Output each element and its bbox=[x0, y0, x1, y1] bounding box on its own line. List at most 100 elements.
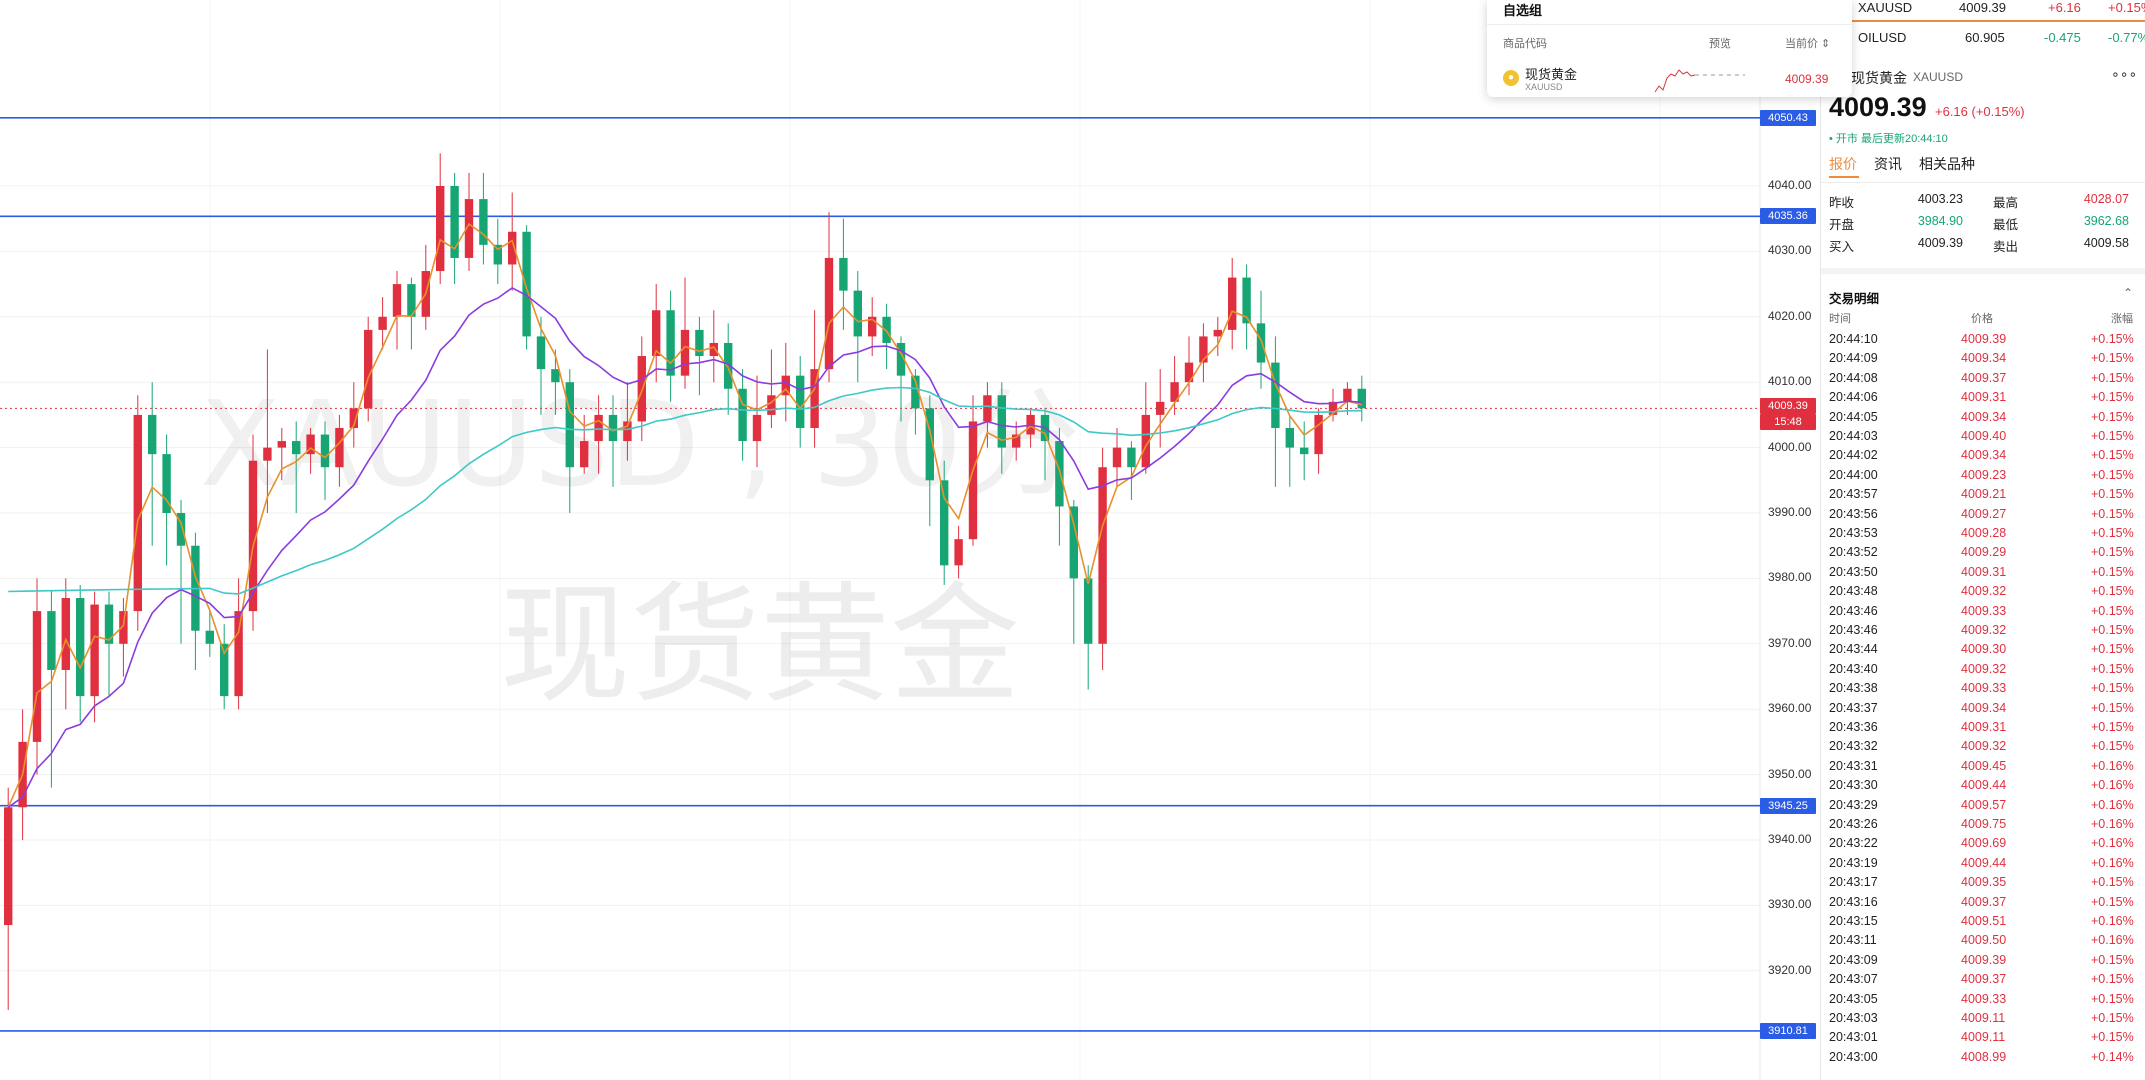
tab-quote[interactable]: 报价 bbox=[1829, 154, 1857, 174]
trade-price: 4009.39 bbox=[1961, 332, 2007, 346]
trade-time: 20:43:19 bbox=[1829, 855, 1878, 870]
trade-time: 20:43:52 bbox=[1829, 545, 1878, 560]
trade-row: 20:43:53 4009.28 +0.15% bbox=[1829, 526, 2139, 545]
panel-code: XAUUSD bbox=[1913, 70, 1964, 84]
trade-time: 20:44:00 bbox=[1829, 467, 1878, 482]
candle-body bbox=[536, 336, 546, 370]
candle-body bbox=[652, 310, 661, 357]
candle-body bbox=[983, 395, 992, 422]
trade-row: 20:43:46 4009.32 +0.15% bbox=[1829, 623, 2139, 642]
trade-row: 20:43:48 4009.32 +0.15% bbox=[1829, 584, 2139, 603]
trade-time: 20:44:03 bbox=[1829, 429, 1878, 443]
trade-time: 20:43:26 bbox=[1829, 817, 1878, 831]
trade-change: +0.15% bbox=[2091, 429, 2134, 443]
trade-time: 20:43:16 bbox=[1829, 894, 1878, 909]
candlestick-chart[interactable]: XAUUSD , 30分现货黄金 bbox=[0, 0, 1820, 1080]
trade-change: +0.15% bbox=[2091, 952, 2134, 967]
trade-change: +0.15% bbox=[2091, 700, 2134, 715]
candle-body bbox=[1228, 277, 1237, 330]
ticker-row-xauusd[interactable]: XAUUSD 4009.39 +6.16 +0.15% bbox=[1852, 0, 2145, 22]
trade-change: +0.15% bbox=[2091, 487, 2134, 502]
candle-body bbox=[1314, 414, 1323, 455]
trade-change: +0.15% bbox=[2091, 1011, 2134, 1025]
trade-row: 20:43:29 4009.57 +0.16% bbox=[1829, 798, 2139, 817]
trade-change: +0.16% bbox=[2091, 836, 2134, 851]
trade-price: 4009.23 bbox=[1961, 467, 2007, 482]
candle-body bbox=[882, 316, 891, 343]
candle-body bbox=[796, 375, 805, 428]
ticker-row-oilusd[interactable]: OILUSD 60.905 -0.475 -0.77% bbox=[1852, 30, 2145, 52]
trade-time: 20:43:44 bbox=[1829, 642, 1878, 657]
candle-body bbox=[4, 807, 13, 926]
trade-price: 4009.39 bbox=[1961, 952, 2007, 967]
current-price-tag: 4009.39 bbox=[1760, 398, 1816, 415]
tab-related[interactable]: 相关品种 bbox=[1919, 154, 1975, 174]
trade-change: +0.15% bbox=[2091, 681, 2134, 696]
trade-row: 20:44:05 4009.34 +0.15% bbox=[1829, 410, 2139, 429]
chart-area[interactable]: XAUUSD , 30分 现货黄金 4050.43 4035.36 3945.25 39… bbox=[0, 0, 1820, 1080]
trade-change: +0.16% bbox=[2091, 758, 2134, 773]
trade-change: +0.15% bbox=[2091, 545, 2134, 560]
active-underline bbox=[1852, 20, 2145, 22]
trade-change: +0.15% bbox=[2091, 526, 2134, 540]
more-icon[interactable]: ∘∘∘ bbox=[2111, 66, 2137, 83]
trade-row: 20:43:11 4009.50 +0.16% bbox=[1829, 933, 2139, 952]
trade-row: 20:43:30 4009.44 +0.16% bbox=[1829, 778, 2139, 797]
trade-time: 20:43:48 bbox=[1829, 584, 1878, 599]
trade-row: 20:43:52 4009.29 +0.15% bbox=[1829, 545, 2139, 564]
stat-value: 4028.07 bbox=[2083, 192, 2129, 206]
trade-price: 4009.27 bbox=[1961, 506, 2007, 521]
hline-price-label[interactable]: 3910.81 bbox=[1760, 1022, 1816, 1039]
trade-time: 20:43:53 bbox=[1829, 526, 1878, 540]
trade-time: 20:43:32 bbox=[1829, 739, 1878, 754]
trade-price: 4009.29 bbox=[1961, 545, 2007, 560]
candle-body bbox=[47, 611, 56, 670]
trade-change: +0.16% bbox=[2091, 933, 2134, 948]
candle-body bbox=[1069, 506, 1078, 579]
candle-body bbox=[1055, 441, 1064, 507]
trade-time: 20:43:07 bbox=[1829, 972, 1878, 987]
candle-body bbox=[1127, 447, 1136, 468]
candle-body bbox=[205, 630, 214, 644]
y-axis-tick: 3950.00 bbox=[1768, 766, 1812, 781]
trade-change: +0.14% bbox=[2091, 1049, 2134, 1064]
trade-row: 20:43:26 4009.75 +0.16% bbox=[1829, 817, 2139, 836]
candle-body bbox=[1300, 447, 1309, 455]
trade-change: +0.15% bbox=[2091, 991, 2134, 1006]
trade-change: +0.15% bbox=[2091, 506, 2134, 521]
gold-icon: ● bbox=[1503, 70, 1519, 86]
trade-price: 4009.50 bbox=[1961, 933, 2007, 948]
candle-body bbox=[1343, 388, 1352, 402]
candle-body bbox=[1084, 578, 1093, 644]
candle-body bbox=[436, 186, 445, 272]
trade-change: +0.16% bbox=[2091, 797, 2134, 812]
trade-change: +0.15% bbox=[2091, 720, 2134, 734]
panel-name: 现货黄金 bbox=[1851, 70, 1907, 86]
trade-row: 20:43:38 4009.33 +0.15% bbox=[1829, 681, 2139, 700]
stat-label: 买入 bbox=[1829, 240, 1855, 254]
trade-change: +0.15% bbox=[2091, 564, 2134, 579]
trade-price: 4009.44 bbox=[1961, 855, 2007, 870]
trade-price: 4009.69 bbox=[1961, 836, 2007, 851]
tab-news[interactable]: 资讯 bbox=[1874, 154, 1902, 174]
trade-row: 20:43:22 4009.69 +0.16% bbox=[1829, 836, 2139, 855]
trade-time: 20:43:36 bbox=[1829, 720, 1878, 734]
watchlist-row-xauusd[interactable]: ● 现货黄金 XAUUSD 4009.39 bbox=[1487, 58, 1852, 96]
stat-label: 开盘 bbox=[1829, 218, 1855, 232]
trade-row: 20:43:50 4009.31 +0.15% bbox=[1829, 565, 2139, 584]
trade-price: 4009.44 bbox=[1961, 778, 2007, 793]
hline-price-label[interactable]: 3945.25 bbox=[1760, 797, 1816, 814]
hline-price-label[interactable]: 4050.43 bbox=[1760, 109, 1816, 126]
trades-col-time: 时间 bbox=[1829, 313, 1851, 325]
trade-change: +0.15% bbox=[2091, 351, 2134, 366]
candle-body bbox=[1357, 388, 1366, 409]
watchlist-col-price[interactable]: 当前价 ⇕ bbox=[1785, 35, 1830, 51]
trade-change: +0.15% bbox=[2091, 972, 2134, 987]
hline-price-label[interactable]: 4035.36 bbox=[1760, 208, 1816, 225]
trade-time: 20:43:22 bbox=[1829, 836, 1878, 851]
collapse-icon[interactable]: ⌃ bbox=[2123, 286, 2133, 300]
trade-change: +0.15% bbox=[2091, 623, 2134, 637]
trade-price: 4009.33 bbox=[1961, 991, 2007, 1006]
watchlist-popup[interactable]: 自选组 商品代码 预览 当前价 ⇕ ● 现货黄金 XAUUSD 4009.39 bbox=[1487, 0, 1852, 97]
trade-time: 20:43:17 bbox=[1829, 875, 1878, 890]
